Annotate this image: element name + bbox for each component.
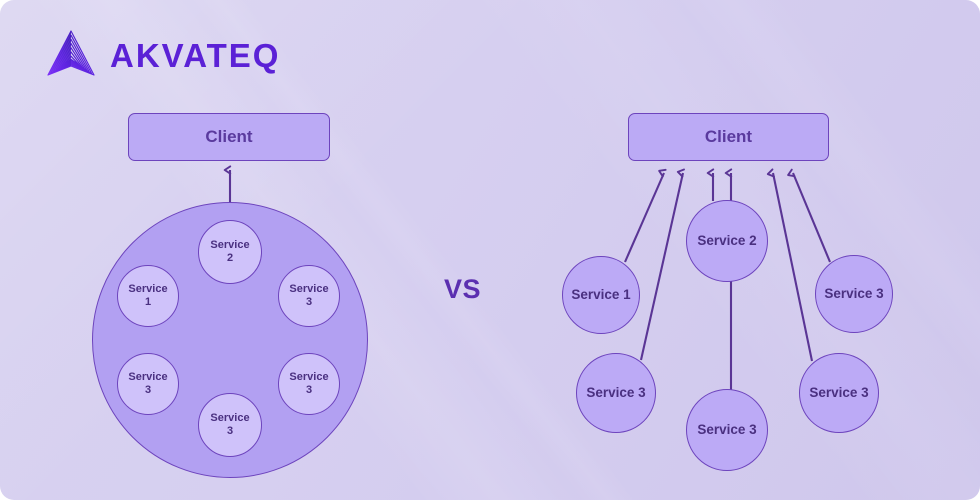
service-label: Service 3 xyxy=(824,286,884,302)
right-service-3-bottom-left[interactable]: Service 3 xyxy=(576,353,656,433)
service-number: 3 xyxy=(226,425,234,437)
right-service-1[interactable]: Service 1 xyxy=(562,256,640,334)
right-client-box[interactable]: Client xyxy=(628,113,829,161)
service-name: Service xyxy=(128,371,168,384)
service-name: Service xyxy=(289,371,329,384)
right-service-3-top-right[interactable]: Service 3 xyxy=(815,255,893,333)
service-label: Service 1 xyxy=(571,287,631,303)
left-service-3-bottom[interactable]: Service 3 xyxy=(198,393,262,457)
service-name: Service xyxy=(210,412,250,425)
left-service-2[interactable]: Service 2 xyxy=(198,220,262,284)
service-label: Service 3 xyxy=(809,385,869,401)
service-label: Service 3 xyxy=(697,422,757,438)
left-service-3-left-lower[interactable]: Service 3 xyxy=(117,353,179,415)
right-client-label: Client xyxy=(704,127,753,146)
service-number: 3 xyxy=(305,384,313,396)
service-label: Service 2 xyxy=(697,233,757,249)
service-number: 1 xyxy=(144,296,152,308)
left-service-1[interactable]: Service 1 xyxy=(117,265,179,327)
service-number: 2 xyxy=(226,252,234,264)
right-service-2[interactable]: Service 2 xyxy=(686,200,768,282)
vs-separator-label: VS xyxy=(444,274,482,304)
service-number: 3 xyxy=(305,296,313,308)
right-service-3-bottom-center[interactable]: Service 3 xyxy=(686,389,768,471)
service-name: Service xyxy=(289,283,329,296)
left-service-3-right-upper[interactable]: Service 3 xyxy=(278,265,340,327)
right-service-3-bottom-right[interactable]: Service 3 xyxy=(799,353,879,433)
left-service-3-right-lower[interactable]: Service 3 xyxy=(278,353,340,415)
service-name: Service xyxy=(210,239,250,252)
diagram-canvas: AKVATEQ Client Service 2 Service 1 Servi… xyxy=(0,0,980,500)
left-client-box[interactable]: Client xyxy=(128,113,330,161)
service-number: 3 xyxy=(144,384,152,396)
service-name: Service xyxy=(128,283,168,296)
service-label: Service 3 xyxy=(586,385,646,401)
left-client-label: Client xyxy=(205,127,253,146)
